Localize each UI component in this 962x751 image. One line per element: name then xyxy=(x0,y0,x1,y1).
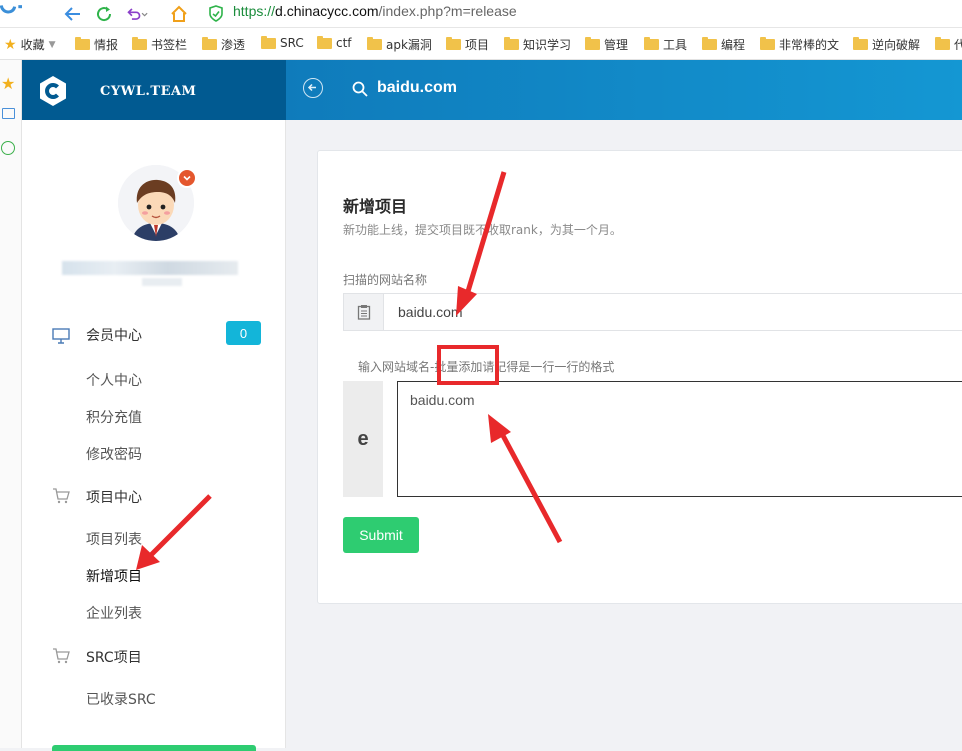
back-circle-icon[interactable] xyxy=(303,78,323,98)
bookmark-folder[interactable]: 工具 xyxy=(644,36,687,53)
menu-item-included-src[interactable]: 已收录SRC xyxy=(86,689,156,709)
annotation-highlight-box xyxy=(437,345,499,385)
browser-side-panel: ★ xyxy=(0,60,22,748)
clock-icon[interactable] xyxy=(1,141,15,155)
folder-icon xyxy=(585,37,600,50)
folder-icon xyxy=(317,35,332,49)
bookmark-folder[interactable]: 情报 xyxy=(75,36,118,53)
bookmark-folder[interactable]: 项目 xyxy=(446,36,489,53)
menu-item-project-list[interactable]: 项目列表 xyxy=(86,529,142,549)
bookmark-folder[interactable]: apk漏洞 xyxy=(367,36,432,53)
brand-header: CYWL.TEAM xyxy=(22,60,286,120)
refresh-icon[interactable] xyxy=(93,3,115,25)
sidebar: 会员中心 0 个人中心 积分充值 修改密码 项目中心 项目列表 新增项目 企业列… xyxy=(22,120,286,751)
menu-item-recharge[interactable]: 积分充值 xyxy=(86,407,142,427)
star-icon: ★ xyxy=(4,36,17,53)
page-title: 新增项目 xyxy=(343,197,408,216)
bookmark-folder[interactable]: 代 xyxy=(935,36,962,53)
bookmark-folder[interactable]: 管理 xyxy=(585,36,628,53)
logo-icon[interactable] xyxy=(38,75,68,107)
monitor-icon[interactable] xyxy=(2,108,15,119)
submit-button[interactable]: Submit xyxy=(343,517,419,553)
search-icon[interactable] xyxy=(352,81,368,101)
undo-icon[interactable] xyxy=(126,3,148,25)
menu-item-change-password[interactable]: 修改密码 xyxy=(86,444,142,464)
menu-item-personal-center[interactable]: 个人中心 xyxy=(86,370,142,390)
menu-item-new-project[interactable]: 新增项目 xyxy=(86,566,142,586)
chevron-down-icon: ▼ xyxy=(48,39,56,50)
folder-icon xyxy=(935,37,950,50)
monitor-icon xyxy=(52,328,70,348)
domains-value: baidu.com xyxy=(410,392,475,408)
folder-icon xyxy=(132,37,147,50)
back-arrow-icon[interactable] xyxy=(62,3,84,25)
folder-icon xyxy=(504,37,519,50)
site-name-field[interactable]: baidu.com xyxy=(343,293,962,331)
bookmark-folder[interactable]: 渗透 xyxy=(202,36,245,53)
folder-icon xyxy=(261,35,276,49)
menu-member-center[interactable]: 会员中心 xyxy=(86,325,142,345)
home-icon[interactable] xyxy=(168,3,190,25)
bookmark-favorites[interactable]: ★ 收藏 ▼ xyxy=(4,36,56,53)
bookmark-folder[interactable]: SRC xyxy=(261,35,304,50)
folder-icon xyxy=(202,37,217,50)
member-count-badge: 0 xyxy=(226,321,261,345)
folder-icon xyxy=(367,37,382,50)
bookmark-folder[interactable]: 逆向破解 xyxy=(853,36,920,53)
menu-project-center[interactable]: 项目中心 xyxy=(86,487,142,507)
folder-icon xyxy=(853,37,868,50)
page-subtitle: 新功能上线，提交项目既不收取rank，为其一个月。 xyxy=(343,223,622,237)
chevron-down-icon[interactable] xyxy=(177,168,197,188)
sidebar-bottom-button[interactable] xyxy=(52,745,256,751)
menu-item-company-list[interactable]: 企业列表 xyxy=(86,603,142,623)
domains-addon: e xyxy=(343,381,383,497)
domains-textarea[interactable]: baidu.com xyxy=(397,381,962,497)
folder-icon xyxy=(702,37,717,50)
star-icon[interactable]: ★ xyxy=(1,74,15,93)
header-search-text[interactable]: baidu.com xyxy=(377,79,457,97)
cart-icon xyxy=(52,488,70,508)
folder-icon xyxy=(644,37,659,50)
folder-icon xyxy=(760,37,775,50)
menu-src-project[interactable]: SRC项目 xyxy=(86,647,142,667)
bookmark-folder[interactable]: 知识学习 xyxy=(504,36,571,53)
browser-address-bar: https://d.chinacycc.com/index.php?m=rele… xyxy=(0,0,962,28)
site-name-value: baidu.com xyxy=(398,304,463,320)
username-redacted xyxy=(62,261,238,275)
bookmark-folder[interactable]: 非常棒的文 xyxy=(760,36,839,53)
site-name-label: 扫描的网站名称 xyxy=(343,273,428,287)
username-redacted xyxy=(142,278,182,286)
folder-icon xyxy=(446,37,461,50)
browser-logo-icon xyxy=(0,3,22,25)
secure-shield-icon xyxy=(205,3,227,25)
bookmark-folder[interactable]: 书签栏 xyxy=(132,36,187,53)
url-text[interactable]: https://d.chinacycc.com/index.php?m=rele… xyxy=(233,3,517,19)
cart-icon xyxy=(52,648,70,668)
top-bar: baidu.com xyxy=(286,60,962,120)
brand-name: CYWL.TEAM xyxy=(100,84,197,99)
bookmarks-bar: ★ 收藏 ▼ 情报 书签栏 渗透 SRC ctf apk漏洞 项目 知识学习 管… xyxy=(0,28,962,60)
folder-icon xyxy=(75,37,90,50)
clipboard-icon xyxy=(344,294,384,330)
new-project-card: 新增项目 新功能上线，提交项目既不收取rank，为其一个月。 扫描的网站名称 b… xyxy=(317,150,962,604)
bookmark-folder[interactable]: ctf xyxy=(317,35,352,50)
bookmark-folder[interactable]: 编程 xyxy=(702,36,745,53)
